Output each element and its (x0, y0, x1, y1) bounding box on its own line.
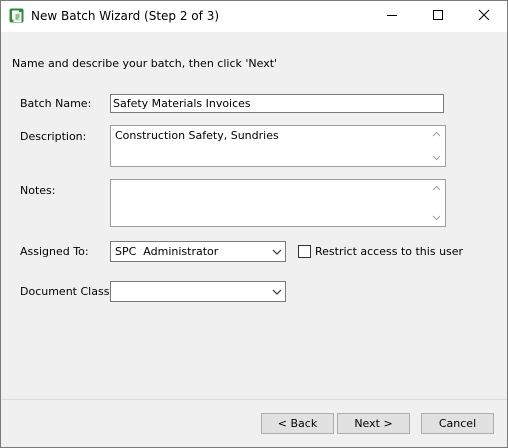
cancel-button[interactable]: Cancel (421, 413, 494, 434)
chevron-down-icon[interactable] (268, 242, 285, 261)
wizard-window: New Batch Wizard (Step 2 of 3) Name and … (0, 0, 508, 448)
chevron-down-icon[interactable] (268, 282, 285, 301)
close-button[interactable] (461, 1, 507, 32)
restrict-access-checkbox[interactable] (298, 245, 311, 258)
batch-name-input[interactable] (111, 95, 443, 112)
restrict-access-label[interactable]: Restrict access to this user (315, 245, 463, 258)
batch-name-label: Batch Name: (20, 97, 92, 110)
minimize-button[interactable] (369, 1, 415, 32)
document-class-select[interactable] (110, 281, 286, 302)
batch-document-icon (9, 8, 24, 23)
window-title: New Batch Wizard (Step 2 of 3) (31, 9, 220, 23)
maximize-icon (432, 9, 444, 24)
scroll-down-icon[interactable] (428, 151, 445, 165)
document-class-label: Document Class: (20, 285, 114, 298)
assigned-to-label: Assigned To: (20, 245, 89, 258)
scroll-up-icon[interactable] (428, 181, 445, 195)
notes-field[interactable] (110, 179, 446, 227)
batch-name-field[interactable] (110, 94, 444, 113)
close-icon (478, 9, 490, 24)
notes-input[interactable] (111, 180, 429, 226)
scroll-up-icon[interactable] (428, 127, 445, 141)
back-button[interactable]: < Back (261, 413, 334, 434)
description-field[interactable]: Construction Safety, Sundries (110, 125, 446, 167)
description-scrollbar[interactable] (428, 126, 445, 166)
assigned-to-value: SPC Administrator (115, 245, 219, 258)
notes-scrollbar[interactable] (428, 180, 445, 226)
scroll-down-icon[interactable] (428, 211, 445, 225)
footer-divider (1, 399, 507, 400)
notes-label: Notes: (20, 184, 56, 197)
description-input[interactable]: Construction Safety, Sundries (111, 126, 429, 166)
maximize-button[interactable] (415, 1, 461, 32)
title-bar[interactable]: New Batch Wizard (Step 2 of 3) (1, 1, 507, 32)
minimize-icon (386, 9, 398, 24)
instruction-text: Name and describe your batch, then click… (12, 57, 278, 70)
assigned-to-select[interactable]: SPC Administrator (110, 241, 286, 262)
description-label: Description: (20, 130, 87, 143)
next-button[interactable]: Next > (337, 413, 410, 434)
